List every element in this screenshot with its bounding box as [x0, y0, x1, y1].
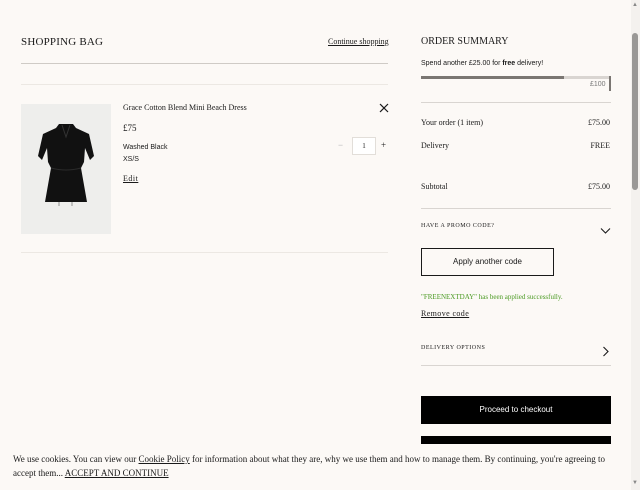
promo-toggle-button[interactable]: [600, 222, 611, 234]
subtotal-value: £75.00: [588, 182, 610, 191]
divider: [21, 252, 388, 253]
scroll-up-arrow-icon[interactable]: ▲: [632, 2, 638, 8]
progress-fill: [421, 76, 564, 79]
chevron-right-icon: [603, 346, 609, 357]
continue-shopping-link[interactable]: Continue shopping: [328, 37, 389, 46]
delivery-label: Delivery: [421, 141, 449, 150]
divider: [421, 102, 611, 103]
order-total-value: £75.00: [588, 118, 610, 127]
edit-item-link[interactable]: Edit: [123, 174, 138, 183]
scrollbar-thumb[interactable]: [632, 33, 638, 190]
apply-another-code-button[interactable]: Apply another code: [421, 248, 554, 276]
quantity-decrease-button[interactable]: −: [338, 140, 343, 150]
remove-code-link[interactable]: Remove code: [421, 309, 469, 318]
shopping-bag-title: SHOPPING BAG: [21, 36, 104, 48]
product-name[interactable]: Grace Cotton Blend Mini Beach Dress: [123, 103, 247, 112]
quantity-field[interactable]: 1: [352, 137, 376, 155]
promo-code-toggle[interactable]: HAVE A PROMO CODE?: [421, 223, 494, 229]
remove-item-button[interactable]: [378, 101, 390, 113]
promo-success-message: "FREENEXTDAY" has been applied successfu…: [421, 293, 563, 301]
quantity-increase-button[interactable]: +: [381, 140, 386, 150]
accept-cookies-link[interactable]: ACCEPT AND CONTINUE: [65, 468, 169, 478]
delivery-value: FREE: [590, 141, 610, 150]
free-delivery-progress-bar: [421, 76, 611, 79]
cookie-message: We use cookies. You can view our Cookie …: [13, 454, 606, 478]
secondary-payment-button[interactable]: [421, 436, 611, 444]
dress-image: [38, 124, 94, 206]
divider: [421, 208, 611, 209]
progress-end-marker: [609, 76, 611, 91]
chevron-down-icon: [600, 228, 611, 234]
order-count-label: Your order (1 item): [421, 118, 484, 127]
product-image[interactable]: [21, 104, 111, 234]
order-summary-title: ORDER SUMMARY: [421, 36, 509, 47]
product-size: XS/S: [123, 156, 139, 163]
proceed-to-checkout-button[interactable]: Proceed to checkout: [421, 396, 611, 424]
divider: [421, 365, 611, 366]
close-icon: [379, 103, 389, 113]
delivery-options-button[interactable]: [602, 344, 610, 357]
product-colour: Washed Black: [123, 144, 168, 151]
subtotal-label: Subtotal: [421, 182, 448, 191]
delivery-options-toggle[interactable]: DELIVERY OPTIONS: [421, 345, 485, 351]
free-delivery-message: Spend another £25.00 for free delivery!: [421, 60, 544, 67]
divider: [21, 63, 388, 64]
cookie-policy-link[interactable]: Cookie Policy: [139, 454, 190, 464]
scroll-down-arrow-icon[interactable]: ▼: [632, 480, 638, 486]
divider: [21, 84, 388, 85]
product-price: £75: [123, 123, 137, 133]
progress-target-label: £100: [590, 81, 606, 88]
